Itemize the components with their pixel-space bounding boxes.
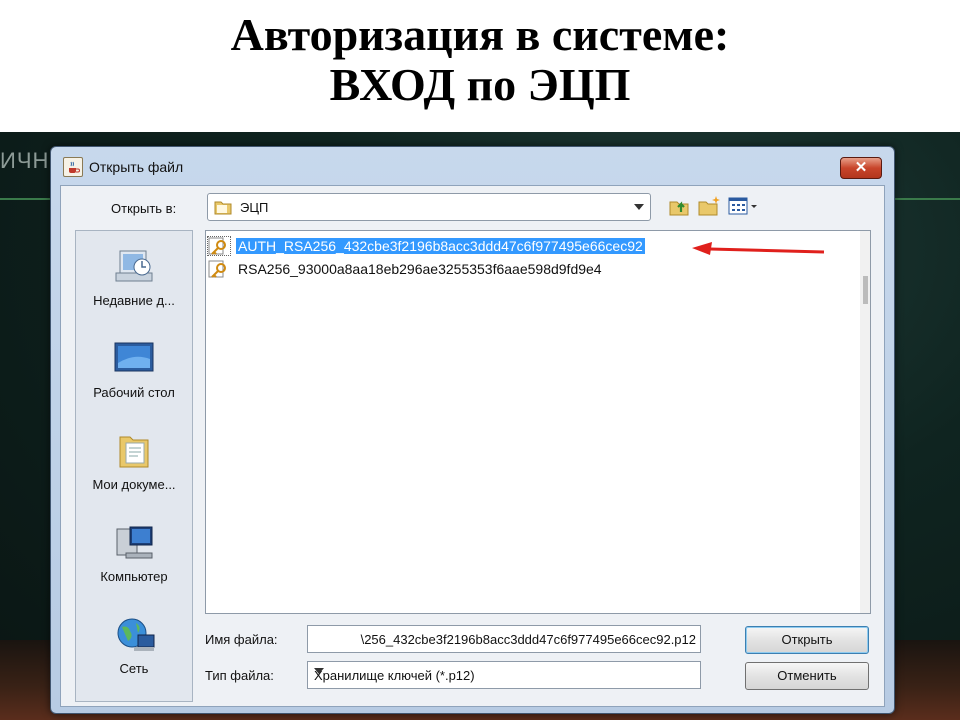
look-in-value: ЭЦП (240, 200, 269, 215)
view-menu-icon[interactable] (727, 194, 759, 218)
cancel-button[interactable]: Отменить (745, 662, 869, 690)
java-cup-icon (63, 157, 83, 177)
close-button[interactable]: ✕ (840, 157, 882, 179)
place-desktop[interactable]: Рабочий стол (76, 339, 192, 419)
background-partial-text: ИЧН (0, 148, 50, 173)
chevron-down-icon (314, 668, 324, 674)
dialog-title: Открыть файл (89, 159, 184, 175)
desktop-icon (114, 342, 154, 372)
filename-input[interactable]: \256_432cbe3f2196b8acc3ddd47c6f977495e66… (307, 625, 701, 653)
slide-title-line-1: Авторизация в системе: (230, 9, 730, 60)
background-divider (0, 198, 56, 200)
place-label-network: Сеть (119, 661, 149, 676)
filetype-dropdown[interactable]: Хранилище ключей (*.p12) (307, 661, 701, 689)
place-network[interactable]: Сеть (76, 615, 192, 695)
background-divider-right (890, 198, 960, 200)
place-label-recent: Недавние д... (93, 293, 175, 308)
open-file-dialog: Открыть файл ✕ Открыть в: ЭЦП Недавние д… (50, 146, 895, 714)
computer-icon (116, 526, 153, 559)
filetype-label: Тип файла: (205, 668, 274, 683)
dialog-client-area: Открыть в: ЭЦП Недавние д... Рабочий сто… (60, 185, 885, 707)
look-in-label: Открыть в: (111, 201, 177, 216)
vertical-scrollbar[interactable] (860, 231, 870, 613)
open-button[interactable]: Открыть (745, 626, 869, 654)
annotation-arrow-icon (692, 242, 825, 255)
my-documents-icon (119, 436, 149, 468)
filename-label: Имя файла: (205, 632, 278, 647)
place-label-computer: Компьютер (100, 569, 168, 584)
file-name-auth: AUTH_RSA256_432cbe3f2196b8acc3ddd47c6f97… (236, 238, 645, 254)
place-label-documents: Мои докуме... (92, 477, 176, 492)
place-label-desktop: Рабочий стол (93, 385, 175, 400)
key-store-file-icon (208, 260, 226, 278)
places-bar: Недавние д... Рабочий стол Мои докуме... (75, 230, 193, 702)
slide-title-line-2: ВХОД по ЭЦП (329, 59, 631, 110)
folder-icon (214, 201, 232, 215)
chevron-down-icon (634, 204, 644, 210)
file-list[interactable]: AUTH_RSA256_432cbe3f2196b8acc3ddd47c6f97… (205, 230, 871, 614)
network-icon (117, 618, 155, 651)
close-icon: ✕ (854, 159, 868, 176)
up-folder-icon[interactable] (667, 194, 691, 218)
filename-value: \256_432cbe3f2196b8acc3ddd47c6f977495e66… (360, 632, 696, 647)
new-folder-icon[interactable] (697, 194, 721, 218)
scrollbar-thumb[interactable] (863, 276, 868, 304)
place-my-documents[interactable]: Мои докуме... (76, 431, 192, 511)
key-store-file-icon (207, 236, 231, 256)
slide-title: Авторизация в системе: ВХОД по ЭЦП (0, 0, 960, 132)
recent-documents-icon (115, 250, 153, 282)
file-name-rsa: RSA256_93000a8aa18eb296ae3255353f6aae598… (238, 261, 602, 277)
filetype-value: Хранилище ключей (*.p12) (314, 668, 475, 683)
dialog-titlebar[interactable]: Открыть файл ✕ (51, 147, 894, 187)
place-recent-documents[interactable]: Недавние д... (76, 247, 192, 327)
place-computer[interactable]: Компьютер (76, 523, 192, 603)
look-in-dropdown[interactable]: ЭЦП (207, 193, 651, 221)
